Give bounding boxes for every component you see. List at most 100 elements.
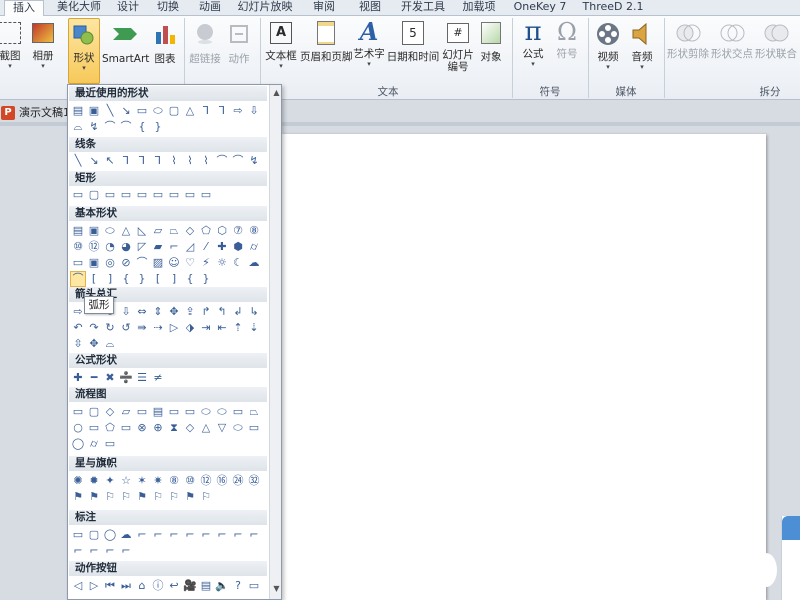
shape-option-icon[interactable]: ⌭: [246, 239, 262, 255]
shape-option-icon[interactable]: ⌒: [70, 271, 86, 287]
shape-option-icon[interactable]: ⬗: [182, 320, 198, 336]
shape-option-icon[interactable]: ▽: [214, 420, 230, 436]
shape-option-icon[interactable]: ⓘ: [150, 578, 166, 594]
shape-option-icon[interactable]: ⑧: [166, 473, 182, 489]
shape-option-icon[interactable]: ▢: [86, 404, 102, 420]
chart-button[interactable]: 图表: [150, 18, 180, 66]
shape-option-icon[interactable]: ⅂: [198, 103, 214, 119]
shape-option-icon[interactable]: ⇥: [198, 320, 214, 336]
shape-option-icon[interactable]: ⏭: [118, 578, 134, 594]
shape-option-icon[interactable]: △: [198, 420, 214, 436]
shape-option-icon[interactable]: ⑩: [182, 473, 198, 489]
shape-option-icon[interactable]: ⌓: [102, 336, 118, 352]
shape-option-icon[interactable]: ↩: [166, 578, 182, 594]
shape-option-icon[interactable]: ▭: [246, 420, 262, 436]
tab-beautify[interactable]: 美化大师: [50, 0, 108, 16]
tab-insert[interactable]: 插入: [4, 0, 44, 17]
tab-review[interactable]: 审阅: [304, 0, 344, 16]
shape-option-icon[interactable]: ✦: [102, 473, 118, 489]
shape-option-icon[interactable]: ↳: [246, 304, 262, 320]
shape-option-icon[interactable]: ⌐: [86, 543, 102, 559]
shape-option-icon[interactable]: ⬭: [150, 103, 166, 119]
shape-option-icon[interactable]: ✚: [70, 370, 86, 386]
shape-option-icon[interactable]: ⚑: [182, 489, 198, 505]
shape-option-icon[interactable]: }: [150, 119, 166, 135]
shape-option-icon[interactable]: ↷: [86, 320, 102, 336]
shape-option-icon[interactable]: ↻: [102, 320, 118, 336]
shape-option-icon[interactable]: ✶: [134, 473, 150, 489]
shape-option-icon[interactable]: ⌐: [214, 527, 230, 543]
shape-option-icon[interactable]: ↲: [230, 304, 246, 320]
shape-option-icon[interactable]: ▭: [102, 436, 118, 452]
tab-animations[interactable]: 动画: [190, 0, 230, 16]
shape-option-icon[interactable]: ↶: [70, 320, 86, 336]
slide-number-button[interactable]: # 幻灯片 编号: [440, 18, 476, 73]
shape-option-icon[interactable]: ⌒: [134, 255, 150, 271]
shape-option-icon[interactable]: ⚐: [118, 489, 134, 505]
shape-union-button[interactable]: 形状联合: [754, 18, 798, 61]
shape-option-icon[interactable]: ◿: [182, 239, 198, 255]
shape-option-icon[interactable]: ⌐: [182, 527, 198, 543]
shape-option-icon[interactable]: ◯: [70, 436, 86, 452]
shape-option-icon[interactable]: ⅂: [134, 153, 150, 169]
shape-option-icon[interactable]: {: [118, 271, 134, 287]
shape-option-icon[interactable]: ⚑: [70, 489, 86, 505]
shape-option-icon[interactable]: ]: [166, 271, 182, 287]
shape-option-icon[interactable]: ▭: [70, 255, 86, 271]
shape-option-icon[interactable]: ⇩: [246, 103, 262, 119]
audio-button[interactable]: 音频 ▾: [626, 18, 658, 71]
shape-option-icon[interactable]: ▭: [118, 420, 134, 436]
shape-option-icon[interactable]: ⚑: [134, 489, 150, 505]
shape-option-icon[interactable]: ⌐: [230, 527, 246, 543]
shape-option-icon[interactable]: ✖: [102, 370, 118, 386]
header-footer-button[interactable]: 页眉和页脚: [300, 18, 353, 64]
shape-option-icon[interactable]: ▣: [86, 103, 102, 119]
shape-option-icon[interactable]: ☾: [230, 255, 246, 271]
shape-option-icon[interactable]: ⌭: [86, 436, 102, 452]
shape-option-icon[interactable]: ⇳: [70, 336, 86, 352]
shape-option-icon[interactable]: ☆: [118, 473, 134, 489]
shape-option-icon[interactable]: ≠: [150, 370, 166, 386]
shape-option-icon[interactable]: ⬠: [102, 420, 118, 436]
shape-option-icon[interactable]: [: [150, 271, 166, 287]
shape-option-icon[interactable]: ⌐: [198, 527, 214, 543]
shape-option-icon[interactable]: ◺: [134, 223, 150, 239]
shape-option-icon[interactable]: ▭: [134, 103, 150, 119]
shape-option-icon[interactable]: [: [86, 271, 102, 287]
shape-option-icon[interactable]: ⌒: [102, 119, 118, 135]
shape-option-icon[interactable]: 🔈: [214, 578, 230, 594]
shape-option-icon[interactable]: ↱: [198, 304, 214, 320]
shape-option-icon[interactable]: ]: [102, 271, 118, 287]
shape-option-icon[interactable]: ✥: [166, 304, 182, 320]
shape-option-icon[interactable]: ✷: [150, 473, 166, 489]
shape-option-icon[interactable]: ?: [230, 578, 246, 594]
object-button[interactable]: 对象: [476, 18, 506, 64]
photo-album-button[interactable]: 相册 ▾: [28, 18, 58, 70]
shape-option-icon[interactable]: ▭: [198, 187, 214, 203]
shape-option-icon[interactable]: ⚡: [198, 255, 214, 271]
shape-option-icon[interactable]: ━: [86, 370, 102, 386]
shape-option-icon[interactable]: ▤: [70, 103, 86, 119]
shape-option-icon[interactable]: ◎: [102, 255, 118, 271]
shape-option-icon[interactable]: ⏢: [166, 223, 182, 239]
shape-option-icon[interactable]: ⌇: [166, 153, 182, 169]
shape-option-icon[interactable]: ⌐: [166, 527, 182, 543]
shape-option-icon[interactable]: ▰: [150, 239, 166, 255]
shape-option-icon[interactable]: ⌂: [134, 578, 150, 594]
tab-transitions[interactable]: 切换: [150, 0, 186, 16]
shape-option-icon[interactable]: ⌓: [70, 119, 86, 135]
side-panel-edge[interactable]: [781, 516, 800, 600]
document-tab[interactable]: P 演示文稿1: [0, 104, 70, 122]
shape-option-icon[interactable]: }: [134, 271, 150, 287]
shape-option-icon[interactable]: ◇: [182, 420, 198, 436]
shape-option-icon[interactable]: ☰: [134, 370, 150, 386]
tab-view[interactable]: 视图: [350, 0, 390, 16]
shape-option-icon[interactable]: ✹: [86, 473, 102, 489]
shape-option-icon[interactable]: ▨: [150, 255, 166, 271]
hyperlink-button[interactable]: 超链接: [188, 18, 222, 66]
shape-option-icon[interactable]: ⑦: [230, 223, 246, 239]
scroll-down-icon[interactable]: ▼: [271, 583, 281, 594]
shape-option-icon[interactable]: ╲: [102, 103, 118, 119]
shape-cut-button[interactable]: 形状剪除: [666, 18, 710, 61]
shape-option-icon[interactable]: ○: [70, 420, 86, 436]
